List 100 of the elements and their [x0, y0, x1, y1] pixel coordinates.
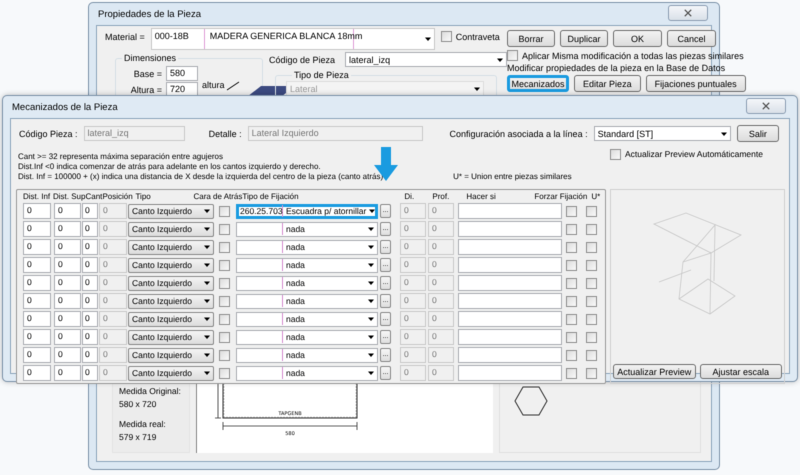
input-field[interactable]: 0 [400, 221, 426, 237]
dropdown[interactable]: nada [236, 330, 378, 344]
checkbox[interactable] [566, 368, 577, 378]
input-field[interactable] [458, 329, 562, 345]
input-field[interactable]: 0 [99, 329, 127, 345]
input-field[interactable]: 0 [82, 221, 98, 237]
input-field[interactable]: 0 [54, 311, 81, 327]
dropdown[interactable]: 260.25.703 Escuadra p/ atornillar [236, 204, 378, 218]
dropdown[interactable]: nada [236, 276, 378, 290]
dropdown[interactable]: nada [236, 366, 378, 380]
input-field[interactable] [458, 257, 562, 273]
checkbox[interactable] [219, 368, 230, 378]
button[interactable]: Actualizar Preview [613, 364, 696, 379]
input-field[interactable]: 0 [428, 221, 454, 237]
dropdown[interactable]: nada [236, 294, 378, 308]
input-field[interactable]: 0 [428, 311, 454, 327]
input-field[interactable]: 0 [400, 329, 426, 345]
input-field[interactable]: 0 [82, 311, 98, 327]
button[interactable]: OK [613, 30, 662, 47]
input-field[interactable]: 0 [428, 329, 454, 345]
input-field[interactable]: 0 [23, 221, 51, 237]
input-field[interactable] [458, 275, 562, 291]
input-field[interactable]: 0 [99, 347, 127, 363]
input-field[interactable] [458, 203, 562, 219]
input-field[interactable] [458, 311, 562, 327]
checkbox[interactable] [219, 296, 230, 306]
checkbox[interactable] [566, 260, 577, 270]
dropdown[interactable]: Canto Izquierdo [128, 276, 214, 290]
dropdown[interactable]: nada [236, 258, 378, 272]
input-field[interactable]: 0 [82, 239, 98, 255]
input-field[interactable]: 0 [99, 257, 127, 273]
checkbox[interactable] [219, 350, 230, 360]
input-field[interactable]: 0 [428, 365, 454, 381]
dropdown[interactable]: lateral_izq [345, 52, 508, 67]
input-field[interactable]: 0 [99, 293, 127, 309]
input-field[interactable]: 0 [54, 347, 81, 363]
button[interactable]: Cancel [667, 30, 716, 47]
input-field[interactable]: 0 [82, 347, 98, 363]
checkbox[interactable] [566, 206, 577, 216]
dropdown[interactable]: Canto Izquierdo [128, 330, 214, 344]
dropdown[interactable]: Canto Izquierdo [128, 294, 214, 308]
dropdown[interactable]: nada [236, 222, 378, 236]
input-field[interactable]: 0 [82, 293, 98, 309]
close-button[interactable] [668, 4, 708, 20]
button[interactable]: Editar Pieza [574, 75, 641, 92]
input-field[interactable]: 0 [400, 311, 426, 327]
checkbox[interactable] [586, 242, 597, 252]
button[interactable]: Salir [736, 125, 779, 142]
button[interactable]: Ajustar escala [700, 364, 782, 379]
dropdown[interactable]: Canto Izquierdo [128, 366, 214, 380]
checkbox[interactable] [566, 332, 577, 342]
checkbox[interactable] [440, 31, 452, 42]
input-field[interactable]: 0 [428, 257, 454, 273]
dropdown[interactable]: Canto Izquierdo [128, 258, 214, 272]
dropdown[interactable]: Canto Izquierdo [128, 204, 214, 218]
input-field[interactable]: 0 [99, 365, 127, 381]
input-field[interactable] [458, 239, 562, 255]
material-dropdown[interactable]: 000-18B MADERA GENERICA BLANCA 18mm [150, 28, 435, 50]
input-field[interactable]: 580 [166, 66, 198, 81]
checkbox[interactable] [219, 260, 230, 270]
input-field[interactable]: 0 [400, 239, 426, 255]
input-field[interactable]: 0 [99, 239, 127, 255]
input-field[interactable]: 0 [400, 347, 426, 363]
checkbox[interactable] [586, 278, 597, 288]
checkbox[interactable] [586, 296, 597, 306]
button[interactable]: Mecanizados [507, 75, 570, 92]
input-field[interactable]: 0 [23, 257, 51, 273]
input-field[interactable]: 0 [54, 221, 81, 237]
dropdown[interactable]: nada [236, 312, 378, 326]
checkbox[interactable] [586, 332, 597, 342]
checkbox[interactable] [566, 242, 577, 252]
input-field[interactable]: 0 [82, 257, 98, 273]
input-field[interactable]: 0 [23, 203, 51, 219]
input-field[interactable]: 0 [400, 293, 426, 309]
input-field[interactable]: 0 [99, 221, 127, 237]
button[interactable]: Borrar [507, 30, 556, 47]
checkbox[interactable] [219, 278, 230, 288]
input-field[interactable]: 0 [54, 365, 81, 381]
input-field[interactable]: 0 [54, 293, 81, 309]
input-field[interactable]: 0 [54, 275, 81, 291]
input-field[interactable]: 0 [23, 347, 51, 363]
checkbox[interactable] [586, 350, 597, 360]
dropdown[interactable]: nada [236, 348, 378, 362]
dropdown[interactable]: Canto Izquierdo [128, 240, 214, 254]
checkbox[interactable] [219, 332, 230, 342]
input-field[interactable]: 0 [82, 203, 98, 219]
input-field[interactable]: 0 [400, 257, 426, 273]
input-field[interactable] [458, 365, 562, 381]
checkbox[interactable] [566, 224, 577, 234]
checkbox[interactable] [586, 368, 597, 378]
input-field[interactable]: 0 [82, 275, 98, 291]
dropdown[interactable]: Canto Izquierdo [128, 312, 214, 326]
dropdown[interactable]: nada [236, 240, 378, 254]
checkbox[interactable] [566, 296, 577, 306]
input-field[interactable]: 0 [400, 365, 426, 381]
checkbox[interactable] [507, 50, 518, 61]
input-field[interactable] [458, 347, 562, 363]
input-field[interactable]: 0 [54, 239, 81, 255]
input-field[interactable]: 0 [54, 203, 81, 219]
dropdown[interactable]: Standard [ST] [594, 126, 731, 141]
